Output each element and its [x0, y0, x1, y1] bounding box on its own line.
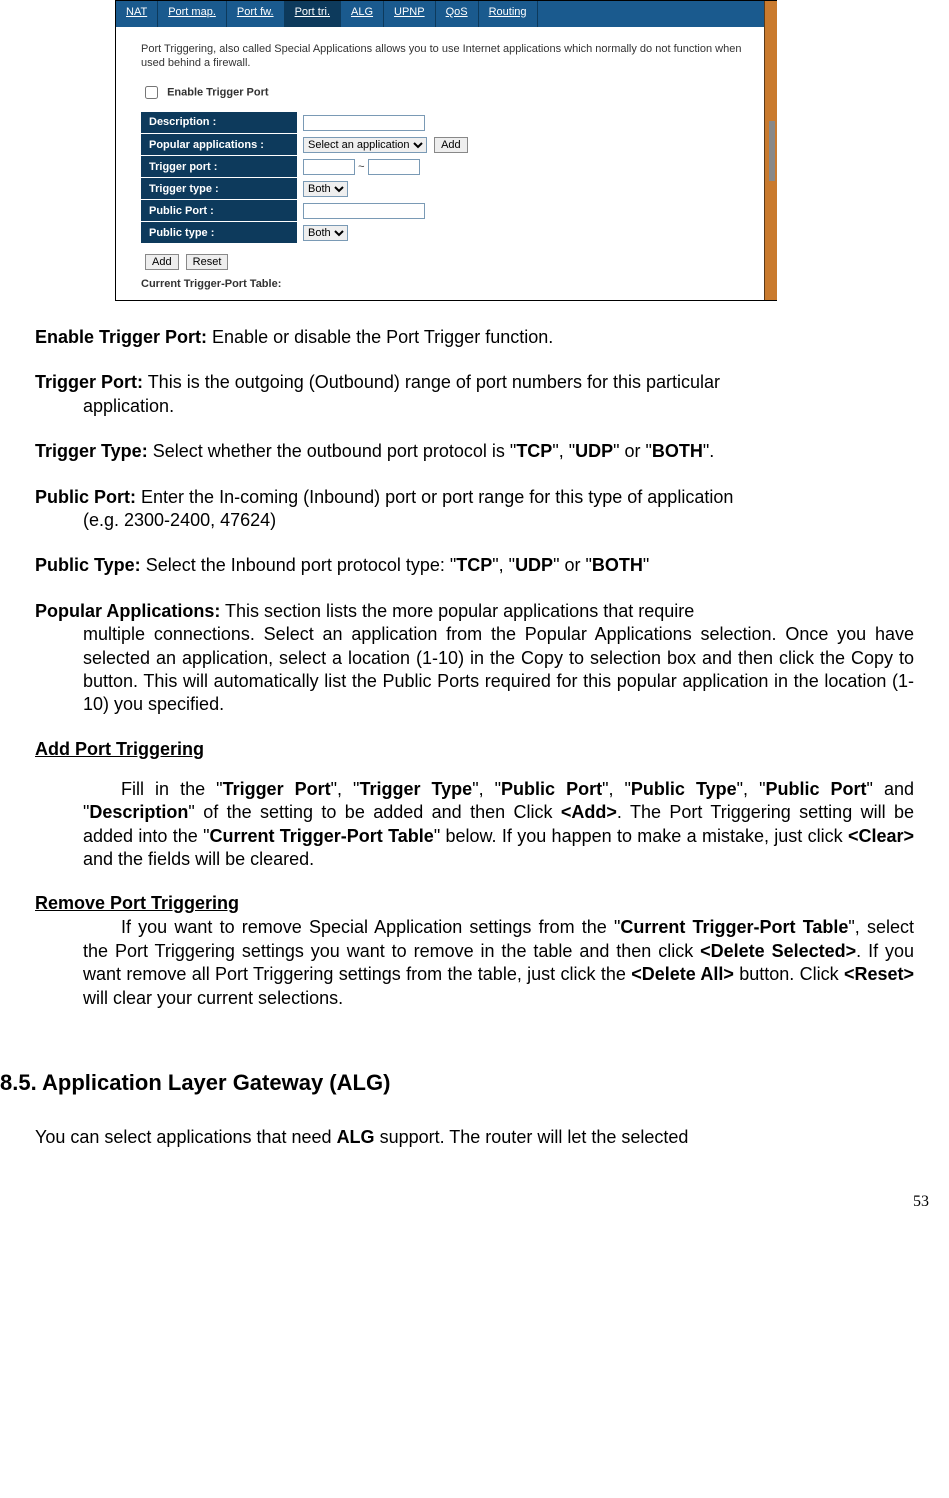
tab-routing[interactable]: Routing	[479, 1, 538, 27]
def-trigger-port: Trigger Port: This is the outgoing (Outb…	[35, 371, 914, 418]
current-table-label: Current Trigger-Port Table:	[141, 278, 751, 290]
trigger-port-to[interactable]	[368, 159, 420, 175]
def-enable-trigger-port: Enable Trigger Port: Enable or disable t…	[35, 326, 914, 349]
para-alg-intro: You can select applications that need AL…	[35, 1126, 914, 1149]
scrollbar-decor	[764, 1, 777, 300]
description-input[interactable]	[303, 115, 425, 131]
public-type-select[interactable]: Both	[303, 225, 348, 241]
tilde-separator: ~	[358, 161, 364, 173]
tab-upnp[interactable]: UPNP	[384, 1, 436, 27]
config-form: Description : Popular applications : Sel…	[141, 112, 474, 245]
label-description: Description :	[141, 112, 297, 134]
trigger-port-from[interactable]	[303, 159, 355, 175]
para-remove-port-triggering: If you want to remove Special Applicatio…	[83, 916, 914, 1010]
enable-trigger-label: Enable Trigger Port	[167, 86, 268, 98]
public-port-input[interactable]	[303, 203, 425, 219]
label-trigger-type: Trigger type :	[141, 178, 297, 200]
def-popular-applications: Popular Applications: This section lists…	[35, 600, 914, 717]
tab-qos[interactable]: QoS	[436, 1, 479, 27]
reset-button[interactable]: Reset	[186, 254, 229, 270]
section-title-alg: 8.5. Application Layer Gateway (ALG)	[0, 1070, 914, 1096]
def-public-type: Public Type: Select the Inbound port pro…	[35, 554, 914, 577]
para-add-port-triggering: Fill in the "Trigger Port", "Trigger Typ…	[83, 778, 914, 872]
popular-apps-select[interactable]: Select an application	[303, 137, 427, 153]
label-public-port: Public Port :	[141, 200, 297, 222]
add-button[interactable]: Add	[145, 254, 179, 270]
tab-alg[interactable]: ALG	[341, 1, 384, 27]
popular-add-button[interactable]: Add	[434, 137, 468, 153]
intro-text: Port Triggering, also called Special App…	[141, 42, 751, 71]
heading-add-port-triggering: Add Port Triggering	[35, 739, 914, 760]
router-screenshot: NAT Port map. Port fw. Port tri. ALG UPN…	[115, 0, 777, 301]
tab-port-fw[interactable]: Port fw.	[227, 1, 285, 27]
tab-nat[interactable]: NAT	[116, 1, 158, 27]
tab-port-tri[interactable]: Port tri.	[285, 1, 341, 27]
def-public-port: Public Port: Enter the In-coming (Inboun…	[35, 486, 914, 533]
tab-bar: NAT Port map. Port fw. Port tri. ALG UPN…	[116, 1, 776, 27]
heading-remove-port-triggering: Remove Port Triggering	[35, 893, 914, 914]
enable-trigger-checkbox[interactable]	[145, 86, 158, 99]
page-number: 53	[913, 1193, 929, 1211]
label-popular-apps: Popular applications :	[141, 134, 297, 156]
trigger-type-select[interactable]: Both	[303, 181, 348, 197]
label-trigger-port: Trigger port :	[141, 156, 297, 178]
tab-port-map[interactable]: Port map.	[158, 1, 227, 27]
def-trigger-type: Trigger Type: Select whether the outboun…	[35, 440, 914, 463]
label-public-type: Public type :	[141, 222, 297, 244]
